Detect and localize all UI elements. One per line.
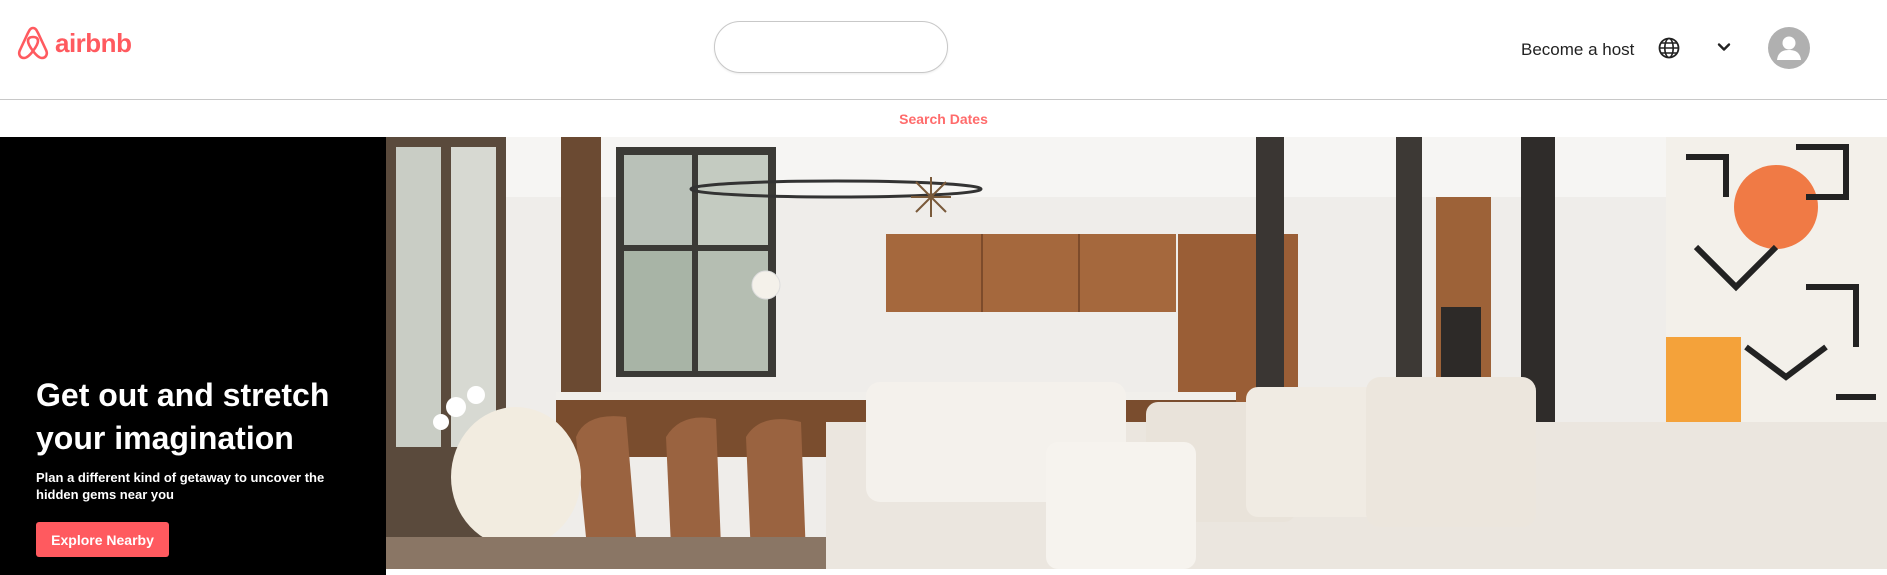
become-a-host-link[interactable]: Become a host [1521,40,1634,60]
hero-subtitle: Plan a different kind of getaway to unco… [36,470,325,502]
living-room-illustration [386,137,1887,569]
search-dates-bar: Search Dates [0,100,1887,137]
airbnb-logo-icon [17,26,49,60]
hero-text-panel: Get out and stretch your imagination Pla… [0,137,386,575]
user-avatar-icon [1777,36,1801,60]
airbnb-logo[interactable]: airbnb [15,24,132,62]
search-bar[interactable] [714,21,948,73]
logo-wordmark: airbnb [55,27,132,58]
hero-interior-photo [386,137,1887,569]
explore-nearby-button[interactable]: Explore Nearby [36,522,169,557]
top-navigation-bar: airbnb Become a host [0,0,1887,100]
search-input[interactable] [733,21,944,73]
hero-section: Get out and stretch your imagination Pla… [0,137,1887,575]
hero-title: Get out and stretch your imagination [36,377,330,456]
search-dates-link[interactable]: Search Dates [899,111,988,127]
chevron-down-icon[interactable] [1715,38,1733,56]
globe-icon[interactable] [1657,36,1681,60]
user-avatar-button[interactable] [1768,27,1810,69]
